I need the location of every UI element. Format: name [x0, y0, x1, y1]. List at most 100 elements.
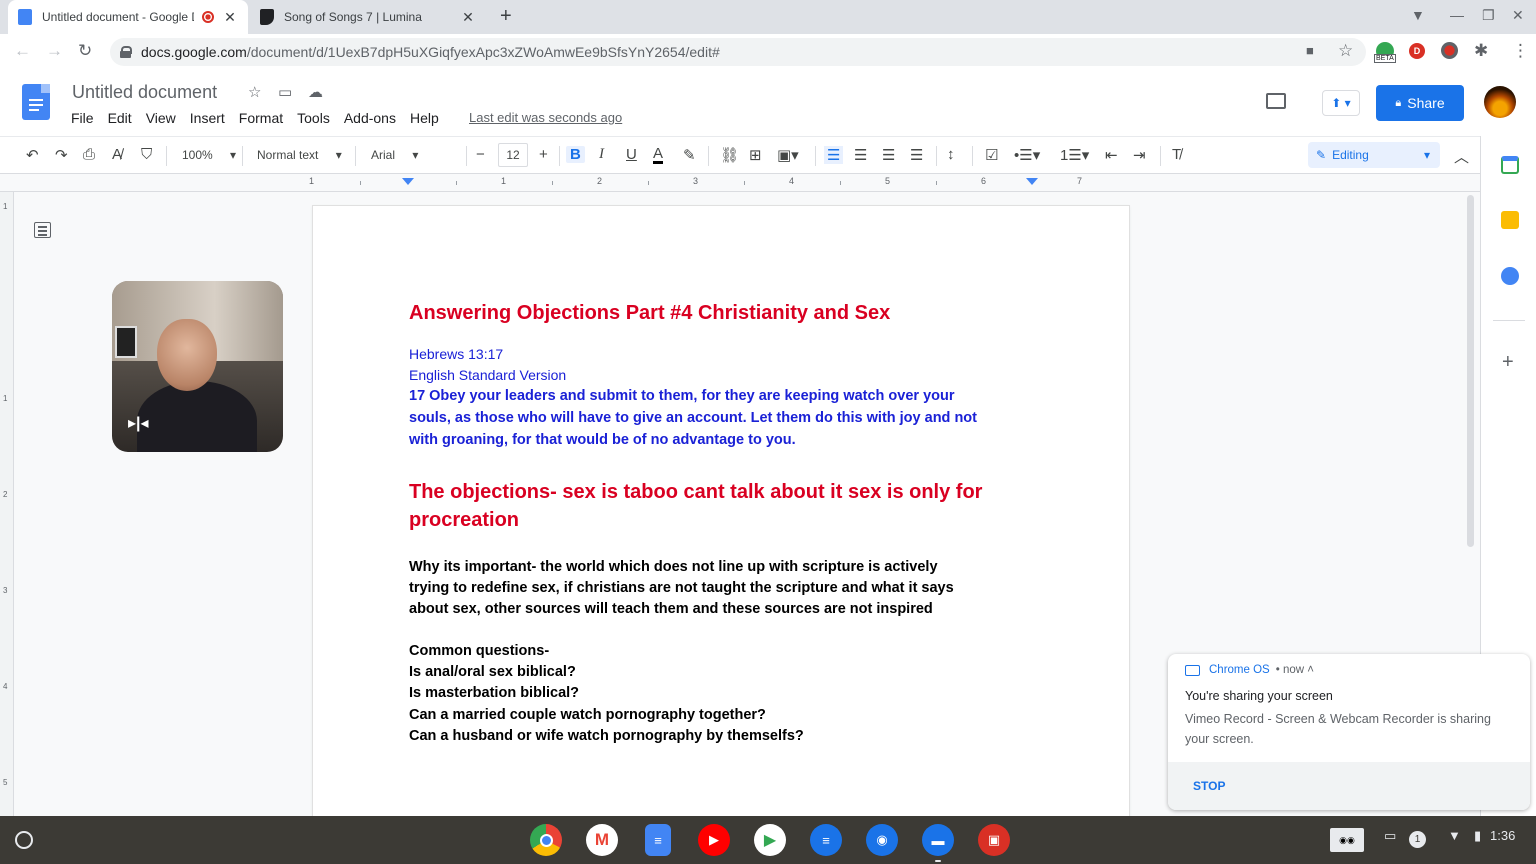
increase-font-size-icon[interactable]: +: [539, 146, 548, 163]
extension-d-icon[interactable]: D: [1409, 43, 1425, 59]
notification-time[interactable]: • now ˄: [1276, 664, 1314, 676]
screen-recorder-app-icon[interactable]: ▣: [978, 824, 1010, 856]
highlight-color-icon[interactable]: ✎: [683, 146, 696, 164]
comment-history-icon[interactable]: [1266, 93, 1286, 109]
share-button[interactable]: 🔒︎ Share: [1376, 85, 1464, 121]
tab-docs[interactable]: Untitled document - Google Docs ✕: [8, 0, 248, 34]
bold-icon[interactable]: B: [566, 146, 585, 163]
decrease-font-size-icon[interactable]: −: [476, 146, 485, 163]
screen-capture-tray-icon[interactable]: ▭: [1384, 828, 1396, 844]
font-select[interactable]: Arial: [371, 148, 461, 162]
menu-tools[interactable]: Tools: [297, 110, 330, 126]
mirror-flip-icon[interactable]: ▸|◂: [128, 413, 149, 433]
style-select[interactable]: Normal text: [257, 148, 342, 162]
justify-icon[interactable]: ☰: [910, 146, 923, 164]
youtube-app-icon[interactable]: ▶: [698, 824, 730, 856]
checklist-icon[interactable]: ☑: [985, 146, 998, 164]
menu-file[interactable]: File: [71, 110, 94, 126]
camera-in-use-icon[interactable]: ■: [1306, 43, 1314, 58]
clock-time[interactable]: 1:36: [1490, 828, 1515, 843]
gmail-app-icon[interactable]: M: [586, 824, 618, 856]
webcam-overlay[interactable]: ▸|◂: [112, 281, 283, 452]
camera-app-icon[interactable]: ◉: [866, 824, 898, 856]
add-comment-icon[interactable]: ⊞: [749, 146, 762, 164]
font-size-input[interactable]: 12: [498, 143, 528, 167]
vimeo-record-tray-icon[interactable]: ◉◉: [1330, 828, 1364, 852]
notification-count-badge[interactable]: 1: [1409, 831, 1426, 848]
address-bar[interactable]: docs.google.com/document/d/1UexB7dpH5uXG…: [110, 38, 1366, 66]
close-tab-icon[interactable]: ✕: [222, 9, 238, 26]
right-indent-marker[interactable]: [1026, 178, 1038, 185]
text-color-icon[interactable]: A: [653, 146, 664, 164]
minimize-icon[interactable]: —: [1450, 7, 1464, 23]
tasks-icon[interactable]: [1501, 267, 1519, 285]
move-folder-icon[interactable]: ▭: [278, 83, 292, 101]
underline-icon[interactable]: U: [626, 146, 637, 163]
battery-icon[interactable]: ▮: [1474, 828, 1481, 844]
close-tab-icon[interactable]: ✕: [460, 9, 476, 26]
tab-lumina[interactable]: Song of Songs 7 | Lumina ✕: [250, 0, 486, 34]
print-icon[interactable]: ⎙: [83, 146, 95, 163]
menu-insert[interactable]: Insert: [190, 110, 225, 126]
restore-icon[interactable]: ❐: [1482, 7, 1495, 24]
left-indent-marker[interactable]: [402, 178, 414, 185]
bookmark-star-icon[interactable]: ☆: [1338, 41, 1353, 61]
document-outline-icon[interactable]: [34, 222, 51, 238]
insert-link-icon[interactable]: ⛓: [720, 146, 739, 164]
docs-logo-icon[interactable]: [22, 84, 50, 120]
browser-menu-icon[interactable]: ⋮: [1512, 41, 1529, 61]
menu-view[interactable]: View: [146, 110, 176, 126]
decrease-indent-icon[interactable]: ⇤: [1105, 146, 1118, 164]
present-button[interactable]: ⬆ ▾: [1322, 90, 1360, 116]
extensions-puzzle-icon[interactable]: ✱: [1474, 41, 1488, 61]
forward-icon[interactable]: →: [46, 41, 63, 61]
menu-addons[interactable]: Add-ons: [344, 110, 396, 126]
stop-sharing-button[interactable]: STOP: [1193, 779, 1225, 793]
document-title[interactable]: Untitled document: [72, 82, 217, 103]
back-icon[interactable]: ←: [14, 41, 31, 61]
insert-image-icon[interactable]: ▣▾: [777, 146, 799, 164]
align-center-icon[interactable]: ☰: [854, 146, 867, 164]
star-icon[interactable]: ☆: [248, 83, 261, 101]
menu-edit[interactable]: Edit: [108, 110, 132, 126]
paint-format-icon[interactable]: ⛉: [141, 146, 152, 163]
new-tab-icon[interactable]: +: [500, 5, 512, 28]
align-left-icon[interactable]: ☰: [824, 146, 844, 164]
tab-search-icon[interactable]: ▼: [1411, 7, 1425, 23]
zoom-select[interactable]: 100%: [182, 148, 236, 162]
clear-formatting-icon[interactable]: T̸: [1172, 146, 1181, 163]
increase-indent-icon[interactable]: ⇥: [1133, 146, 1146, 164]
close-window-icon[interactable]: ✕: [1512, 7, 1524, 24]
keep-icon[interactable]: [1501, 211, 1519, 229]
files-app-icon[interactable]: ▬: [922, 824, 954, 856]
vertical-scrollbar[interactable]: [1467, 195, 1474, 547]
italic-icon[interactable]: I: [599, 146, 604, 163]
spellcheck-icon[interactable]: A̸: [112, 146, 122, 163]
chrome-app-icon[interactable]: [530, 824, 562, 856]
wifi-icon[interactable]: ▼: [1448, 828, 1461, 843]
calendar-icon[interactable]: [1501, 156, 1519, 174]
recording-icon: [202, 11, 214, 23]
last-edit-link[interactable]: Last edit was seconds ago: [469, 110, 622, 125]
cloud-status-icon[interactable]: ☁: [308, 83, 323, 101]
messages-app-icon[interactable]: ≡: [810, 824, 842, 856]
menu-format[interactable]: Format: [239, 110, 283, 126]
menu-help[interactable]: Help: [410, 110, 439, 126]
account-avatar[interactable]: [1484, 86, 1516, 118]
extension-record-icon[interactable]: [1441, 42, 1458, 59]
numbered-list-icon[interactable]: 1☰▾: [1060, 146, 1089, 164]
screen-sharing-notification[interactable]: Chrome OS • now ˄ You're sharing your sc…: [1168, 654, 1530, 810]
lock-icon[interactable]: [120, 46, 132, 58]
get-addons-plus-icon[interactable]: +: [1502, 351, 1514, 374]
bulleted-list-icon[interactable]: •☰▾: [1014, 146, 1040, 164]
redo-icon[interactable]: ↷: [55, 146, 68, 164]
align-right-icon[interactable]: ☰: [882, 146, 895, 164]
editing-mode-select[interactable]: ✎ Editing ▾: [1308, 142, 1440, 168]
undo-icon[interactable]: ↶: [26, 146, 39, 164]
docs-app-icon[interactable]: ≡: [645, 824, 671, 856]
line-spacing-icon[interactable]: ↕: [947, 146, 955, 163]
hide-menus-chevron-up-icon[interactable]: ︿: [1454, 146, 1469, 167]
play-store-app-icon[interactable]: ▶: [754, 824, 786, 856]
launcher-icon[interactable]: [15, 831, 33, 849]
reload-icon[interactable]: ↻: [78, 41, 92, 61]
